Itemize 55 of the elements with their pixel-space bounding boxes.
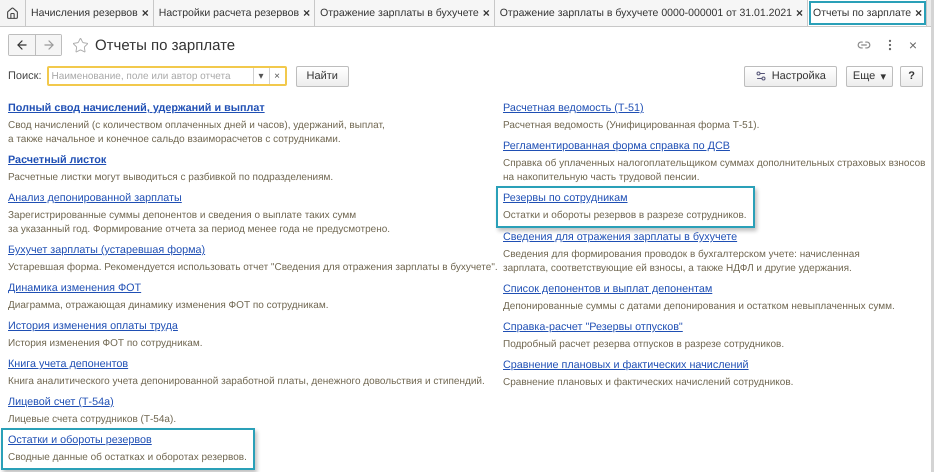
report-link[interactable]: Сведения для отражения зарплаты в бухучете bbox=[503, 229, 738, 245]
report-link[interactable]: Полный свод начислений, удержаний и выплат bbox=[8, 100, 265, 116]
window-title: Отчеты по зарплате bbox=[95, 36, 236, 54]
help-button[interactable]: ? bbox=[900, 66, 923, 86]
report-link[interactable]: Расчетный листок bbox=[8, 152, 106, 168]
report-link[interactable]: Список депонентов и выплат депонентам bbox=[503, 281, 712, 297]
report-description: Сравнение плановых и фактических начислений сотрудников. bbox=[503, 376, 794, 390]
search-label: Поиск: bbox=[8, 70, 42, 82]
report-description: Книга аналитического учета депонированной заработной платы, денежного довольствия и стипендий. bbox=[8, 375, 486, 389]
close-button[interactable]: × bbox=[902, 37, 923, 53]
report-link[interactable]: Анализ депонированной зарплаты bbox=[8, 190, 182, 206]
tab[interactable]: Настройки расчета резервов × bbox=[154, 0, 316, 26]
tab[interactable]: Отражение зарплаты в бухучете × bbox=[315, 0, 495, 26]
report-description: Расчетная ведомость (Унифицированная форма Т-51). bbox=[503, 119, 760, 133]
tab[interactable]: Начисления резервов × bbox=[26, 0, 154, 26]
report-description: Сведения для формирования проводок в бухгалтерском учете: начисленная зарплата, соответствующие ей взносы, а также НДФЛ и другие удержания. bbox=[503, 248, 861, 276]
report-description: Лицевые счета сотрудников (Т-54а). bbox=[8, 413, 178, 427]
close-icon[interactable]: × bbox=[915, 6, 922, 20]
report-description: Свод начислений (с количеством оплаченных дней и часов), удержаний, выплат, а также начальное и конечное сальдо взаиморасчетов с сотрудниками. bbox=[8, 119, 386, 147]
report-description: Остатки и обороты резервов в разрезе сотрудников. bbox=[503, 209, 747, 223]
home-icon[interactable] bbox=[0, 0, 26, 26]
report-link[interactable]: Резервы по сотрудникам bbox=[503, 190, 628, 206]
report-description: Депонированные суммы с датами депонирования и остатком невыплаченных сумм. bbox=[503, 300, 896, 314]
back-button[interactable] bbox=[9, 35, 35, 55]
report-description: Диаграмма, отражающая динамику изменения ФОТ по сотрудникам. bbox=[8, 299, 330, 313]
report-description: Сводные данные об остатках и оборотах резервов. bbox=[8, 451, 247, 465]
close-icon[interactable]: × bbox=[796, 6, 804, 20]
settings-button[interactable]: Настройка bbox=[744, 66, 837, 86]
report-link[interactable]: Бухучет зарплаты (устаревшая форма) bbox=[8, 242, 206, 258]
close-icon[interactable]: × bbox=[482, 6, 490, 20]
close-icon[interactable]: × bbox=[142, 6, 149, 20]
report-link[interactable]: Книга учета депонентов bbox=[8, 356, 128, 372]
report-link[interactable]: Регламентированная форма справка по ДСВ bbox=[503, 138, 730, 154]
tab[interactable]: Отчеты по зарплате × bbox=[808, 0, 928, 26]
report-link[interactable]: Лицевой счет (Т-54а) bbox=[8, 394, 114, 410]
report-description: Подробный расчет резерва отпусков в разрезе сотрудников. bbox=[503, 338, 786, 352]
report-link[interactable]: Расчетная ведомость (Т-51) bbox=[503, 100, 644, 116]
report-description: Зарегистрированные суммы депонентов и сведения о выплате таких сумм за указанный год. Формирование отчета за период менее года не предусмотрено. bbox=[8, 209, 392, 237]
report-description: Устаревшая форма. Рекомендуется использовать отчет "Сведения для отражения зарплаты в бухучете". bbox=[8, 261, 499, 275]
report-link[interactable]: История изменения оплаты труда bbox=[8, 318, 178, 334]
report-link[interactable]: Остатки и обороты резервов bbox=[8, 432, 152, 448]
report-description: Справка об уплаченных налогоплательщиком суммах дополнительных страховых взносов на накопительную часть трудовой пенсии. bbox=[503, 157, 926, 185]
report-description: История изменения ФОТ по сотрудникам. bbox=[8, 337, 204, 351]
tab[interactable]: Отражение зарплаты в бухучете 0000-000001 от 31.01.2021 × bbox=[494, 0, 808, 26]
report-description: Расчетные листки могут выводиться с разбивкой по подразделениям. bbox=[8, 171, 334, 185]
settings-icon bbox=[754, 70, 767, 82]
report-link[interactable]: Справка-расчет "Резервы отпусков" bbox=[503, 319, 683, 335]
arrow-right-icon bbox=[42, 38, 56, 52]
report-link[interactable]: Сравнение плановых и фактических начислений bbox=[503, 357, 749, 373]
more-button[interactable]: Еще ▾ bbox=[846, 66, 894, 86]
close-icon[interactable]: × bbox=[303, 6, 310, 20]
search-field[interactable]: Наименование, поле или автор отчета ▾ × bbox=[46, 66, 287, 86]
find-button[interactable]: Найти bbox=[296, 66, 349, 86]
report-link[interactable]: Динамика изменения ФОТ bbox=[8, 280, 142, 296]
star-icon[interactable] bbox=[72, 36, 89, 54]
